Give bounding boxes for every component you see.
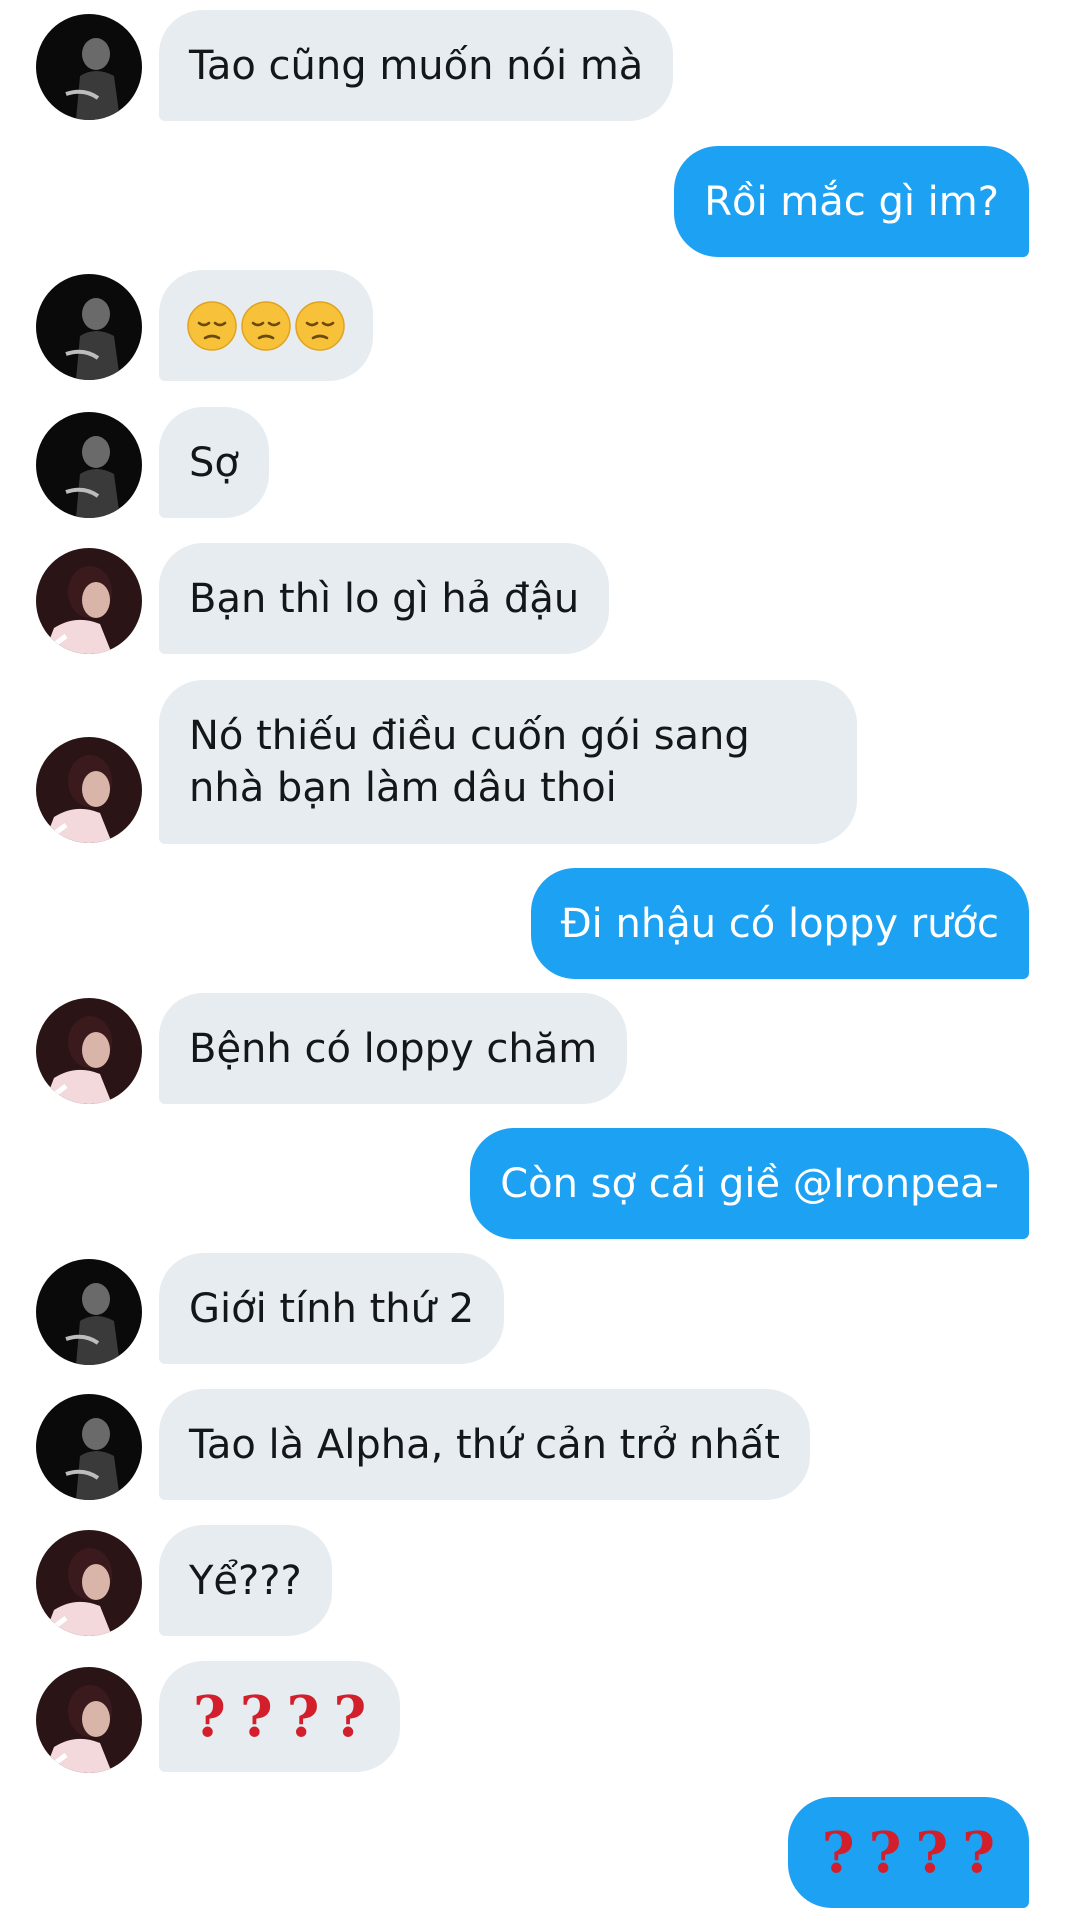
message-row: ? ? ? ? <box>159 1661 401 1772</box>
message-row: Đi nhậu có loppy rước <box>530 868 1029 979</box>
message-bubble-incoming[interactable]: Sợ <box>159 407 269 518</box>
pensive-face-icon <box>187 300 237 351</box>
avatar-pink[interactable] <box>36 737 142 843</box>
red-question-mark-icon: ? <box>962 1819 995 1886</box>
message-text: Đi nhậu có loppy rước <box>560 900 999 947</box>
avatar-dark[interactable] <box>36 412 142 518</box>
message-text: Yể??? <box>189 1557 302 1604</box>
message-row: Bệnh có loppy chăm <box>159 993 628 1104</box>
red-question-mark-icon: ? <box>286 1683 320 1750</box>
avatar-pink[interactable] <box>36 1530 142 1636</box>
message-bubble-incoming[interactable]: Tao là Alpha, thứ cản trở nhất <box>159 1389 810 1500</box>
message-bubble-incoming[interactable]: Bệnh có loppy chăm <box>159 993 628 1104</box>
pensive-face-icon <box>241 300 291 351</box>
message-bubble-incoming[interactable]: Tao cũng muốn nói mà <box>159 10 674 121</box>
message-text: Bệnh có loppy chăm <box>189 1025 598 1072</box>
pensive-face-icon <box>295 300 345 351</box>
message-text-line: nhà bạn làm dâu thoi <box>189 765 617 811</box>
avatar-pink[interactable] <box>36 998 142 1104</box>
message-bubble-incoming[interactable]: Nó thiếu điều cuốn gói sang nhà bạn làm … <box>159 680 857 844</box>
chat-thread: Tao cũng muốn nói mà Rồi mắc gì im? Sợ B… <box>0 0 1065 1920</box>
avatar-dark[interactable] <box>36 1394 142 1500</box>
message-bubble-incoming[interactable]: Bạn thì lo gì hả đậu <box>159 543 610 654</box>
message-text: Giới tính thứ 2 <box>189 1285 475 1332</box>
red-question-mark-icon: ? <box>915 1819 949 1886</box>
message-row: Tao là Alpha, thứ cản trở nhất <box>159 1389 810 1500</box>
message-row: Còn sợ cái giề @Ironpea- <box>470 1128 1029 1239</box>
message-text: Bạn thì lo gì hả đậu <box>189 575 580 622</box>
avatar-dark[interactable] <box>36 1259 142 1365</box>
message-bubble-outgoing[interactable]: Đi nhậu có loppy rước <box>530 868 1029 979</box>
message-text: Sợ <box>189 439 239 486</box>
red-question-mark-icon: ? <box>239 1683 273 1750</box>
red-question-mark-icon: ? <box>193 1683 226 1750</box>
message-row: Sợ <box>159 407 269 518</box>
message-text: Tao là Alpha, thứ cản trở nhất <box>189 1421 780 1468</box>
message-row <box>159 270 373 381</box>
red-question-mark-icon: ? <box>821 1819 855 1886</box>
red-question-mark-icon: ? <box>868 1819 902 1886</box>
message-row: Giới tính thứ 2 <box>159 1253 505 1364</box>
message-text: Còn sợ cái giề @Ironpea- <box>500 1160 999 1207</box>
message-bubble-incoming[interactable]: Giới tính thứ 2 <box>159 1253 505 1364</box>
avatar-dark[interactable] <box>36 274 142 380</box>
avatar-pink[interactable] <box>36 548 142 654</box>
message-text: Tao cũng muốn nói mà <box>189 42 644 89</box>
message-row: ? ? ? ? <box>787 1797 1029 1908</box>
message-bubble-incoming[interactable] <box>159 270 373 381</box>
message-bubble-incoming[interactable]: ? ? ? ? <box>159 1661 401 1772</box>
avatar-dark[interactable] <box>36 14 142 120</box>
message-bubble-outgoing[interactable]: ? ? ? ? <box>787 1797 1029 1908</box>
message-text-line: Nó thiếu điều cuốn gói sang <box>189 713 750 759</box>
avatar-pink[interactable] <box>36 1667 142 1773</box>
message-bubble-incoming[interactable]: Yể??? <box>159 1525 332 1636</box>
message-row: Bạn thì lo gì hả đậu <box>159 543 610 654</box>
message-text: Rồi mắc gì im? <box>704 178 999 225</box>
message-row: Rồi mắc gì im? <box>674 146 1029 257</box>
message-row: Tao cũng muốn nói mà <box>159 10 674 121</box>
red-question-mark-icon: ? <box>333 1683 367 1750</box>
message-bubble-outgoing[interactable]: Rồi mắc gì im? <box>674 146 1029 257</box>
message-row: Yể??? <box>159 1525 332 1636</box>
message-row: Nó thiếu điều cuốn gói sang nhà bạn làm … <box>159 680 857 844</box>
message-bubble-outgoing[interactable]: Còn sợ cái giề @Ironpea- <box>470 1128 1029 1239</box>
